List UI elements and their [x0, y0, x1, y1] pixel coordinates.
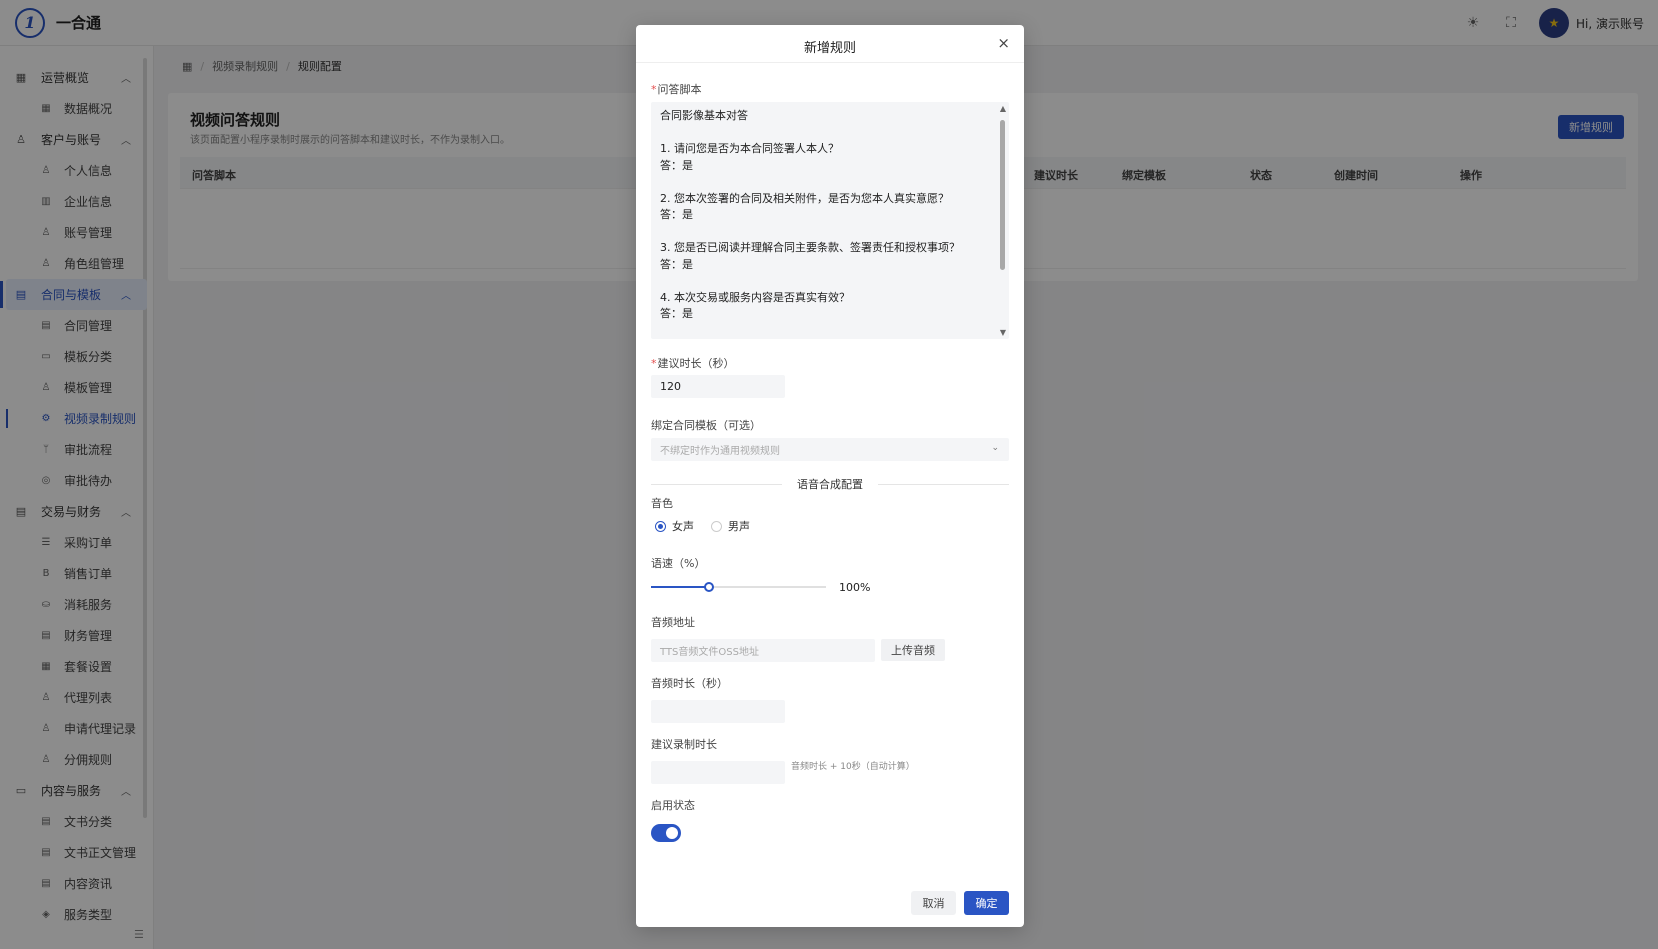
scroll-down-icon[interactable]: ▼ [1000, 328, 1006, 337]
field-label: 问答脚本 [657, 83, 702, 96]
radio-male[interactable]: 男声 [711, 518, 750, 534]
status-label: 启用状态 [651, 799, 695, 812]
chevron-down-icon: ⌄ [991, 443, 999, 453]
audio-url-label: 音频地址 [651, 616, 695, 629]
audio-url-input[interactable]: TTS音频文件OSS地址 [651, 639, 875, 662]
voice-label: 音色 [651, 497, 673, 510]
duration-label: *建议时长（秒） [651, 355, 735, 371]
scroll-up-icon[interactable]: ▲ [1000, 104, 1006, 113]
speed-label: 语速（%） [651, 557, 706, 570]
confirm-button[interactable]: 确定 [964, 891, 1009, 915]
tts-section-title: 语音合成配置 [782, 476, 878, 492]
template-select-placeholder: 不绑定时作为通用视频规则 [660, 446, 780, 457]
template-label: 绑定合同模板（可选） [651, 419, 761, 432]
scrollbar-thumb[interactable] [1000, 120, 1005, 270]
close-icon[interactable]: × [997, 34, 1010, 52]
radio-female[interactable]: 女声 [655, 518, 694, 534]
record-duration-input [651, 761, 785, 784]
field-label: 建议时长（秒） [657, 357, 735, 370]
radio-label: 女声 [672, 520, 694, 533]
script-text[interactable]: 合同影像基本对答 1. 请问您是否为本合同签署人本人？ 答：是 2. 您本次签署… [660, 108, 990, 323]
dialog-header: 新增规则 × [636, 25, 1024, 63]
slider-handle[interactable] [703, 582, 714, 592]
script-label: *问答脚本 [651, 81, 702, 97]
template-select[interactable]: 不绑定时作为通用视频规则 ⌄ [651, 438, 1009, 461]
speed-value: 100% [839, 581, 871, 594]
dialog-title: 新增规则 [803, 41, 856, 56]
cancel-button[interactable]: 取消 [911, 891, 956, 915]
radio-checked-icon [655, 520, 666, 532]
audio-duration-input[interactable] [651, 700, 785, 723]
record-duration-label: 建议录制时长 [651, 738, 717, 751]
radio-unchecked-icon [711, 520, 722, 532]
required-asterisk: * [651, 357, 657, 370]
status-toggle[interactable] [651, 824, 681, 842]
slider-fill [651, 586, 709, 588]
new-rule-dialog: 新增规则 × *问答脚本 合同影像基本对答 1. 请问您是否为本合同签署人本人？… [636, 25, 1024, 927]
speed-slider[interactable] [651, 582, 826, 592]
duration-input[interactable]: 120 [651, 375, 785, 398]
audio-duration-label: 音频时长（秒） [651, 677, 728, 690]
record-duration-hint: 音频时长 + 10秒（自动计算） [791, 762, 915, 772]
required-asterisk: * [651, 83, 657, 96]
radio-label: 男声 [728, 520, 750, 533]
script-textarea[interactable]: 合同影像基本对答 1. 请问您是否为本合同签署人本人？ 答：是 2. 您本次签署… [651, 102, 1009, 339]
upload-audio-button[interactable]: 上传音频 [881, 639, 945, 661]
